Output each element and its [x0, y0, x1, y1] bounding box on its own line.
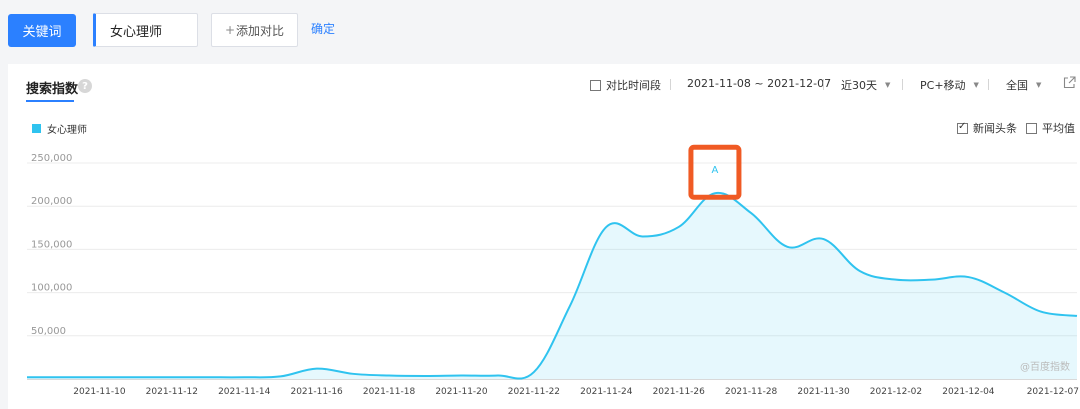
data-point[interactable]	[96, 374, 102, 380]
data-point[interactable]	[857, 268, 863, 274]
add-compare-button[interactable]: + 添加对比	[211, 13, 298, 47]
data-point[interactable]	[531, 369, 537, 375]
y-tick-label: 100,000	[31, 283, 72, 294]
watermark-text: @百度指数	[1020, 360, 1070, 373]
data-point[interactable]	[1074, 313, 1080, 319]
x-tick-label: 2021-11-26	[653, 387, 706, 397]
x-tick-label: 2021-11-16	[290, 387, 343, 397]
data-point[interactable]	[205, 374, 211, 380]
data-point[interactable]	[929, 277, 935, 283]
data-point[interactable]	[314, 366, 320, 372]
x-tick-label: 2021-11-12	[146, 387, 198, 397]
confirm-link[interactable]: 确定	[311, 20, 335, 37]
data-point[interactable]	[495, 373, 501, 379]
keyword-input[interactable]: 女心理师	[93, 13, 198, 47]
y-tick-label: 150,000	[31, 239, 72, 250]
data-point[interactable]	[893, 277, 899, 283]
x-tick-label: 2021-11-24	[580, 387, 633, 397]
y-tick-label: 200,000	[31, 196, 72, 207]
data-point[interactable]	[458, 373, 464, 379]
data-point[interactable]	[241, 374, 247, 380]
data-point[interactable]	[422, 373, 428, 379]
plus-icon: +	[224, 23, 236, 37]
data-point[interactable]	[821, 236, 827, 242]
data-point[interactable]	[603, 224, 609, 230]
x-tick-label: 2021-12-02	[870, 387, 922, 397]
keyword-button[interactable]: 关键词	[8, 14, 76, 47]
y-tick-label: 50,000	[31, 326, 66, 337]
data-point[interactable]	[24, 374, 30, 380]
data-point[interactable]	[133, 374, 139, 380]
data-point[interactable]	[169, 374, 175, 380]
add-compare-label: 添加对比	[236, 23, 285, 38]
data-point[interactable]	[60, 374, 66, 380]
x-tick-label: 2021-12-04	[942, 387, 995, 397]
x-tick-label: 2021-11-18	[363, 387, 416, 397]
annotation-label[interactable]: A	[712, 165, 719, 176]
data-point[interactable]	[277, 373, 283, 379]
y-tick-label: 250,000	[31, 153, 72, 164]
search-toolbar: 关键词 女心理师 + 添加对比 确定	[0, 0, 1080, 62]
data-point[interactable]	[386, 373, 392, 379]
data-point[interactable]	[676, 224, 682, 230]
x-tick-label: 2021-11-20	[435, 387, 488, 397]
x-tick-label: 2021-11-22	[508, 387, 560, 397]
data-point[interactable]	[1002, 290, 1008, 296]
series-area	[27, 192, 1077, 379]
x-tick-label: 2021-11-10	[73, 387, 126, 397]
data-point[interactable]	[567, 303, 573, 309]
x-tick-label: 2021-11-14	[218, 387, 271, 397]
search-index-chart: 50,000 100,000 150,000 200,000 250,000 2021-1…	[24, 144, 1080, 397]
data-point[interactable]	[640, 233, 646, 239]
data-point[interactable]	[965, 274, 971, 280]
data-point[interactable]	[1038, 309, 1044, 315]
data-point[interactable]	[784, 244, 790, 250]
x-tick-label: 2021-11-28	[725, 387, 778, 397]
x-tick-label: 2021-11-30	[797, 387, 850, 397]
data-point[interactable]	[748, 210, 754, 216]
x-tick-label: 2021-12-07	[1027, 387, 1079, 397]
data-point[interactable]	[350, 371, 356, 377]
